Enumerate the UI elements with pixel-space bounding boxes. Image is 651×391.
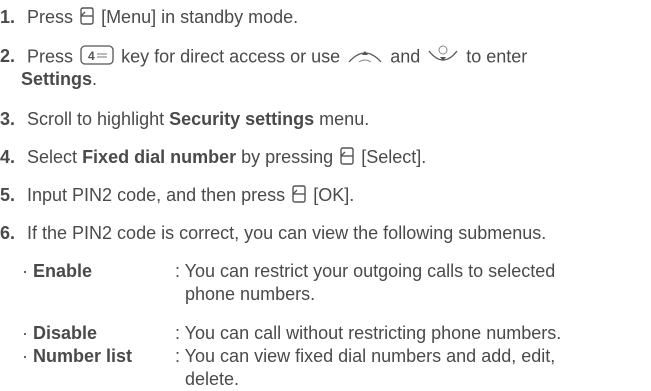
- submenu-disable: · Disable: [22, 322, 97, 344]
- step-number: 2.: [0, 46, 16, 67]
- step-text: .: [92, 69, 98, 89]
- submenu-number-list: · Number list: [22, 345, 132, 367]
- step-text: Input PIN2 code, and then press: [27, 185, 286, 205]
- step-text: Scroll to highlight: [27, 109, 165, 129]
- submenu-number-list-desc: : You can view fixed dial numbers and ad…: [175, 346, 556, 366]
- key-4-digit: 4: [88, 49, 95, 63]
- step-5: 5. Input PIN2 code, and then press [OK].: [0, 184, 354, 208]
- menu-name: Fixed dial number: [82, 147, 237, 167]
- menu-name: Security settings: [169, 109, 315, 129]
- nav-up-key-icon: [347, 46, 383, 69]
- step-2-continuation: Settings.: [21, 68, 97, 90]
- step-text: Press: [27, 7, 74, 27]
- nav-down-ok-key-icon: [427, 45, 459, 70]
- left-softkey-icon: [292, 185, 306, 208]
- step-text: [Select].: [361, 147, 427, 167]
- step-2: 2. Press 4 key for direct access or use …: [0, 45, 527, 70]
- step-3: 3. Scroll to highlight Security settings…: [0, 108, 369, 130]
- bullet: ·: [22, 323, 28, 343]
- step-text: [OK].: [313, 185, 355, 205]
- submenu-enable-desc-cont: phone numbers.: [185, 284, 316, 304]
- step-text: by pressing: [241, 147, 334, 167]
- submenu-name: Number list: [33, 346, 133, 366]
- step-text: Select: [27, 147, 78, 167]
- submenu-number-list-desc-cont: delete.: [185, 369, 240, 389]
- step-text: If the PIN2 code is correct, you can vie…: [27, 223, 547, 243]
- step-1: 1. Press [Menu] in standby mode.: [0, 6, 298, 30]
- step-text: key for direct access or use: [121, 46, 341, 67]
- submenu-name: Disable: [33, 323, 98, 343]
- step-text: Press: [27, 46, 74, 67]
- key-4-ghi-icon: 4: [80, 45, 114, 70]
- step-number: 5.: [0, 185, 16, 205]
- bullet: ·: [22, 346, 28, 366]
- step-number: 3.: [0, 109, 16, 129]
- left-softkey-icon: [340, 147, 354, 170]
- step-text: menu.: [319, 109, 370, 129]
- step-number: 1.: [0, 7, 16, 27]
- step-number: 6.: [0, 223, 16, 243]
- step-number: 4.: [0, 147, 16, 167]
- menu-name: Settings: [21, 69, 93, 89]
- submenu-disable-desc: : You can call without restricting phone…: [175, 323, 562, 343]
- left-softkey-icon: [80, 7, 94, 30]
- submenu-name: Enable: [33, 261, 93, 281]
- submenu-enable: · Enable: [22, 260, 92, 282]
- bullet: ·: [22, 261, 28, 281]
- step-4: 4. Select Fixed dial number by pressing …: [0, 146, 426, 170]
- step-6: 6. If the PIN2 code is correct, you can …: [0, 222, 546, 244]
- step-text: [Menu] in standby mode.: [101, 7, 299, 27]
- step-text: to enter: [466, 46, 528, 67]
- step-text: and: [390, 46, 421, 67]
- submenu-enable-desc: : You can restrict your outgoing calls t…: [175, 261, 556, 281]
